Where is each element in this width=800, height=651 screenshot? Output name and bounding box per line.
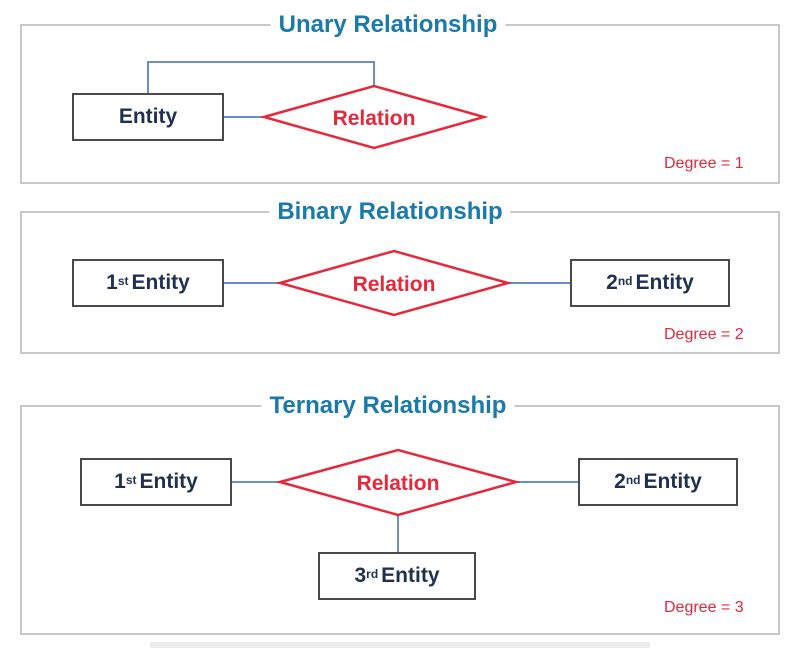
binary-entity-2: 2nd Entity bbox=[570, 259, 730, 307]
ternary-entity-3-num: 3 bbox=[354, 564, 367, 587]
unary-degree: Degree = 1 bbox=[664, 155, 744, 172]
binary-entity-2-num: 2 bbox=[606, 271, 618, 294]
ternary-entity-1: 1st Entity bbox=[80, 458, 232, 506]
ternary-entity-1-num: 1 bbox=[114, 470, 126, 493]
binary-entity-1-num: 1 bbox=[106, 271, 118, 294]
relationship-degree-diagram: Relation Relation Relation Unary Relatio… bbox=[0, 0, 800, 651]
cropped-caption-remnant bbox=[150, 642, 650, 648]
ternary-entity-3: 3rd Entity bbox=[318, 552, 476, 600]
unary-title: Unary Relationship bbox=[270, 11, 506, 39]
ternary-entity-2-num: 2 bbox=[614, 470, 626, 493]
binary-entity-1-label: Entity bbox=[131, 271, 190, 294]
ternary-degree: Degree = 3 bbox=[664, 599, 744, 616]
ternary-entity-1-label: Entity bbox=[139, 470, 198, 493]
binary-entity-1: 1st Entity bbox=[72, 259, 224, 307]
ternary-title: Ternary Relationship bbox=[261, 392, 515, 420]
binary-title: Binary Relationship bbox=[269, 198, 511, 226]
ternary-entity-2: 2nd Entity bbox=[578, 458, 738, 506]
ternary-entity-3-label: Entity bbox=[381, 564, 440, 587]
unary-entity: Entity bbox=[72, 93, 224, 141]
binary-entity-2-label: Entity bbox=[635, 271, 694, 294]
ternary-entity-2-label: Entity bbox=[643, 470, 702, 493]
unary-entity-label: Entity bbox=[118, 105, 178, 128]
binary-degree: Degree = 2 bbox=[664, 326, 744, 343]
